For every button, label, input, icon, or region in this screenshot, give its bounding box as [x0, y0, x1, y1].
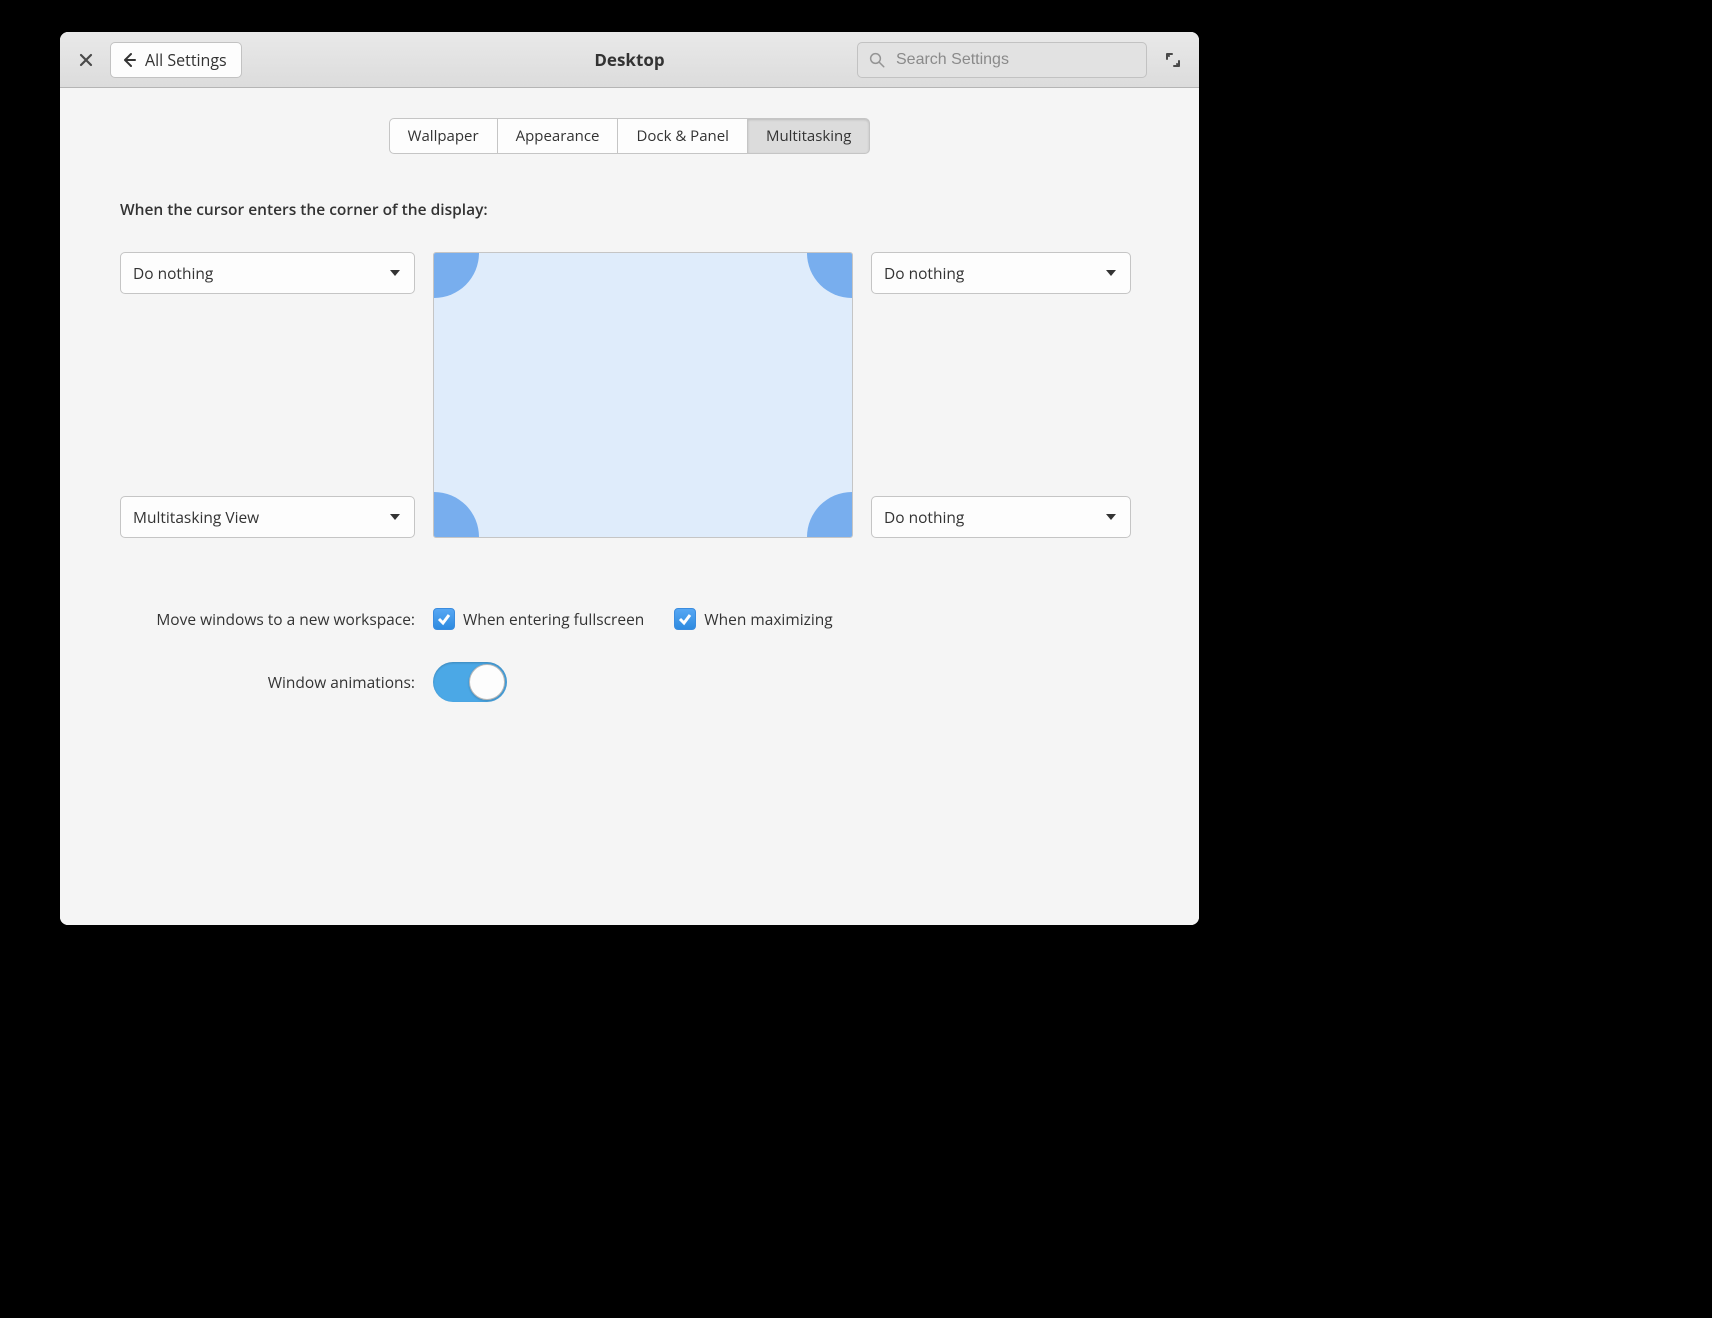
settings-window: All Settings Desktop Wallpaper Appearanc…: [60, 32, 1199, 925]
search-field[interactable]: [857, 42, 1147, 78]
options-grid: Move windows to a new workspace: When en…: [120, 608, 1139, 702]
chevron-down-icon: [388, 266, 402, 280]
move-windows-checkbox-row: When entering fullscreen When maximizing: [433, 608, 1139, 630]
checkbox-box: [433, 608, 455, 630]
preview-corner-br: [807, 492, 853, 538]
hotcorners-heading: When the cursor enters the corner of the…: [120, 198, 1139, 220]
preview-corner-bl: [433, 492, 479, 538]
preview-corner-tr: [807, 252, 853, 298]
chevron-down-icon: [1104, 266, 1118, 280]
checkbox-label: When entering fullscreen: [463, 608, 644, 630]
tab-label: Multitasking: [766, 126, 851, 146]
search-icon: [868, 51, 886, 69]
back-button-label: All Settings: [145, 49, 227, 71]
tab-label: Wallpaper: [408, 126, 479, 146]
checkbox-label: When maximizing: [704, 608, 832, 630]
animations-label: Window animations:: [120, 671, 415, 693]
preview-corner-tl: [433, 252, 479, 298]
maximize-icon: [1165, 52, 1181, 68]
tab-appearance[interactable]: Appearance: [497, 118, 619, 154]
check-icon: [678, 612, 692, 626]
combo-value: Do nothing: [133, 262, 213, 284]
search-input[interactable]: [894, 50, 1136, 70]
maximize-checkbox[interactable]: When maximizing: [674, 608, 832, 630]
back-button[interactable]: All Settings: [110, 42, 242, 78]
hotcorner-bottom-right-select[interactable]: Do nothing: [871, 496, 1131, 538]
check-icon: [437, 612, 451, 626]
tab-bar: Wallpaper Appearance Dock & Panel Multit…: [120, 118, 1139, 154]
tab-dock-panel[interactable]: Dock & Panel: [617, 118, 747, 154]
fullscreen-checkbox[interactable]: When entering fullscreen: [433, 608, 644, 630]
maximize-button[interactable]: [1161, 48, 1185, 72]
combo-value: Multitasking View: [133, 506, 259, 528]
combo-value: Do nothing: [884, 506, 964, 528]
combo-value: Do nothing: [884, 262, 964, 284]
chevron-down-icon: [1104, 510, 1118, 524]
tab-wallpaper[interactable]: Wallpaper: [389, 118, 498, 154]
tab-label: Dock & Panel: [636, 126, 728, 146]
window-animations-switch[interactable]: [433, 662, 507, 702]
chevron-down-icon: [388, 510, 402, 524]
hotcorners-grid: Do nothing Do nothing Multitasking View …: [120, 252, 1139, 538]
content-area: Wallpaper Appearance Dock & Panel Multit…: [60, 88, 1199, 925]
hotcorner-top-right-select[interactable]: Do nothing: [871, 252, 1131, 294]
checkbox-box: [674, 608, 696, 630]
close-button[interactable]: [74, 48, 98, 72]
arrow-left-icon: [121, 52, 137, 68]
display-preview: [433, 252, 853, 538]
hotcorner-bottom-left-select[interactable]: Multitasking View: [120, 496, 415, 538]
headerbar: All Settings Desktop: [60, 32, 1199, 88]
hotcorner-top-left-select[interactable]: Do nothing: [120, 252, 415, 294]
tab-label: Appearance: [516, 126, 600, 146]
tab-multitasking[interactable]: Multitasking: [747, 118, 870, 154]
move-windows-label: Move windows to a new workspace:: [120, 608, 415, 630]
switch-knob: [469, 664, 505, 700]
close-icon: [79, 53, 93, 67]
